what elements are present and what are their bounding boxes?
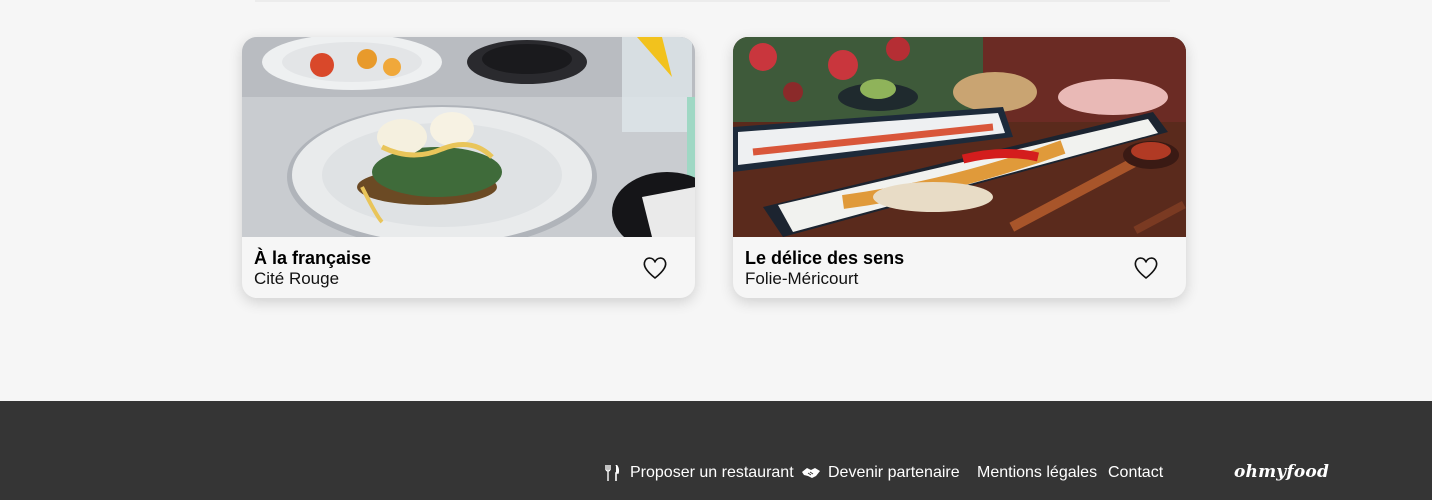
footer-link-mentions-legales[interactable]: Mentions légales [977,464,1097,482]
card-info: À la française Cité Rouge [242,237,695,298]
footer-link-contact[interactable]: Contact [1108,464,1163,482]
restaurant-location: Cité Rouge [254,269,340,288]
footer-link-label: Devenir partenaire [828,464,960,481]
footer-link-become-partner[interactable]: Devenir partenaire [802,464,960,482]
restaurant-photo [733,37,1186,237]
footer: Proposer un restaurant Devenir partenair… [0,401,1432,500]
restaurant-location: Folie-Méricourt [745,269,859,288]
top-divider [255,0,1170,2]
restaurant-name: Le délice des sens [745,248,905,268]
brand-logo[interactable]: ohmyfood [1234,462,1329,482]
footer-link-label: Proposer un restaurant [630,464,794,481]
footer-link-propose-restaurant[interactable]: Proposer un restaurant [604,464,794,482]
footer-link-label: Mentions légales [977,464,1098,481]
restaurant-photo [242,37,695,237]
restaurant-card-le-delice-des-sens[interactable]: Le délice des sens Folie-Méricourt [733,37,1186,298]
restaurant-card-a-la-francaise[interactable]: À la française Cité Rouge [242,37,695,298]
footer-link-label: Contact [1108,464,1164,481]
fork-knife-icon [605,465,620,481]
restaurant-name: À la française [254,248,372,268]
heart-outline-icon[interactable] [642,256,668,280]
heart-outline-icon[interactable] [1133,256,1159,280]
handshake-icon [802,468,820,478]
card-info: Le délice des sens Folie-Méricourt [733,237,1186,298]
